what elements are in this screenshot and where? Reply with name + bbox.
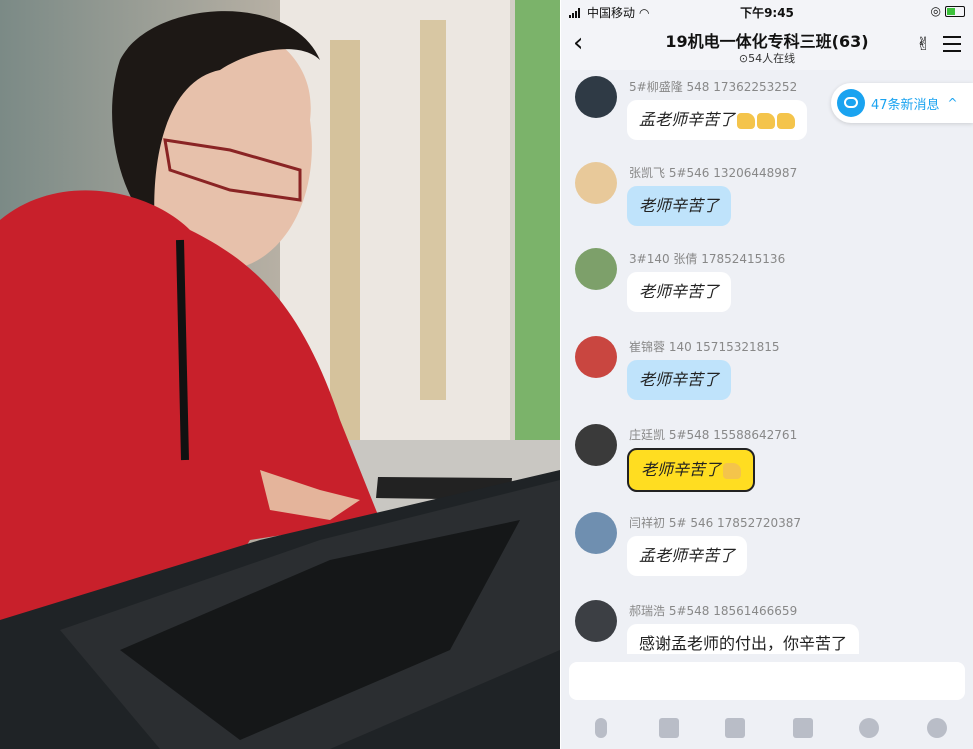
camera-icon[interactable]: [725, 718, 745, 738]
avatar[interactable]: [575, 76, 617, 118]
message-bubble[interactable]: 老师辛苦了: [627, 448, 756, 492]
message-text: 老师辛苦了: [639, 196, 720, 215]
plus-icon[interactable]: [927, 718, 947, 738]
input-area: [561, 654, 973, 749]
battery-icon: [945, 5, 965, 17]
new-messages-label: 47条新消息: [871, 97, 940, 113]
hand-icon[interactable]: ✌: [916, 34, 931, 55]
status-time: 下午9:45: [740, 6, 794, 20]
message-icon: [837, 89, 865, 117]
chevron-up-icon: ^: [947, 96, 958, 110]
alarm-icon: ◎: [930, 4, 941, 18]
avatar[interactable]: [575, 336, 617, 378]
group-title: 19机电一体化专科三班(63): [665, 32, 869, 51]
online-count: ⊙54人在线: [738, 52, 796, 65]
emoji-icon[interactable]: [859, 718, 879, 738]
chat-message: 郝瑞浩 5#548 18561466659 感谢孟老师的付出，你辛苦了: [575, 600, 955, 654]
sender-name: 崔锦蓉 140 15715321815: [629, 340, 780, 354]
menu-icon[interactable]: [943, 36, 961, 57]
sender-name: 郝瑞浩 5#548 18561466659: [629, 604, 798, 618]
teacher-photo: [0, 0, 560, 749]
sender-name: 3#140 张倩 17852415136: [629, 252, 786, 266]
thumbs-up-icon: [777, 112, 796, 129]
sender-name: 闫祥初 5# 546 17852720387: [629, 516, 802, 530]
message-bubble[interactable]: 老师辛苦了: [627, 186, 732, 226]
message-text: 老师辛苦了: [639, 282, 720, 301]
microphone-icon[interactable]: [595, 718, 607, 738]
avatar[interactable]: [575, 248, 617, 290]
status-right: ◎: [931, 4, 965, 18]
thumbs-up-icon: [757, 112, 776, 129]
status-bar: 中国移动 ◠ 下午9:45 ◎: [561, 0, 973, 22]
sender-name: 张凯飞 5#546 13206448987: [629, 166, 798, 180]
sender-name: 5#柳盛隆 548 17362253252: [629, 80, 798, 94]
qq-chat-screen: 中国移动 ◠ 下午9:45 ◎ ‹ 19机电一体化专科三班(63) ⊙54人在线…: [561, 0, 973, 749]
message-bubble[interactable]: 孟老师辛苦了: [627, 536, 748, 576]
thumbs-up-icon: [737, 112, 756, 129]
message-text: 老师辛苦了: [641, 460, 722, 479]
input-toolbar: [561, 710, 973, 746]
image-icon[interactable]: [659, 718, 679, 738]
message-bubble[interactable]: 老师辛苦了: [627, 360, 732, 400]
message-input[interactable]: [569, 662, 965, 700]
avatar[interactable]: [575, 162, 617, 204]
message-bubble[interactable]: 孟老师辛苦了: [627, 100, 808, 140]
new-messages-pill[interactable]: 47条新消息 ^: [831, 83, 973, 123]
avatar[interactable]: [575, 512, 617, 554]
message-text: 老师辛苦了: [639, 370, 720, 389]
message-text: 孟老师辛苦了: [639, 110, 736, 129]
sender-name: 庄廷凯 5#548 15588642761: [629, 428, 798, 442]
avatar[interactable]: [575, 600, 617, 642]
chat-header: ‹ 19机电一体化专科三班(63) ⊙54人在线 ✌: [561, 22, 973, 70]
avatar[interactable]: [575, 424, 617, 466]
message-text: 孟老师辛苦了: [639, 546, 736, 565]
thumbs-up-icon: [723, 462, 742, 479]
message-bubble[interactable]: 感谢孟老师的付出，你辛苦了: [627, 624, 860, 654]
red-packet-icon[interactable]: [793, 718, 813, 738]
message-text: 感谢孟老师的付出，你辛苦了: [639, 634, 848, 653]
message-bubble[interactable]: 老师辛苦了: [627, 272, 732, 312]
